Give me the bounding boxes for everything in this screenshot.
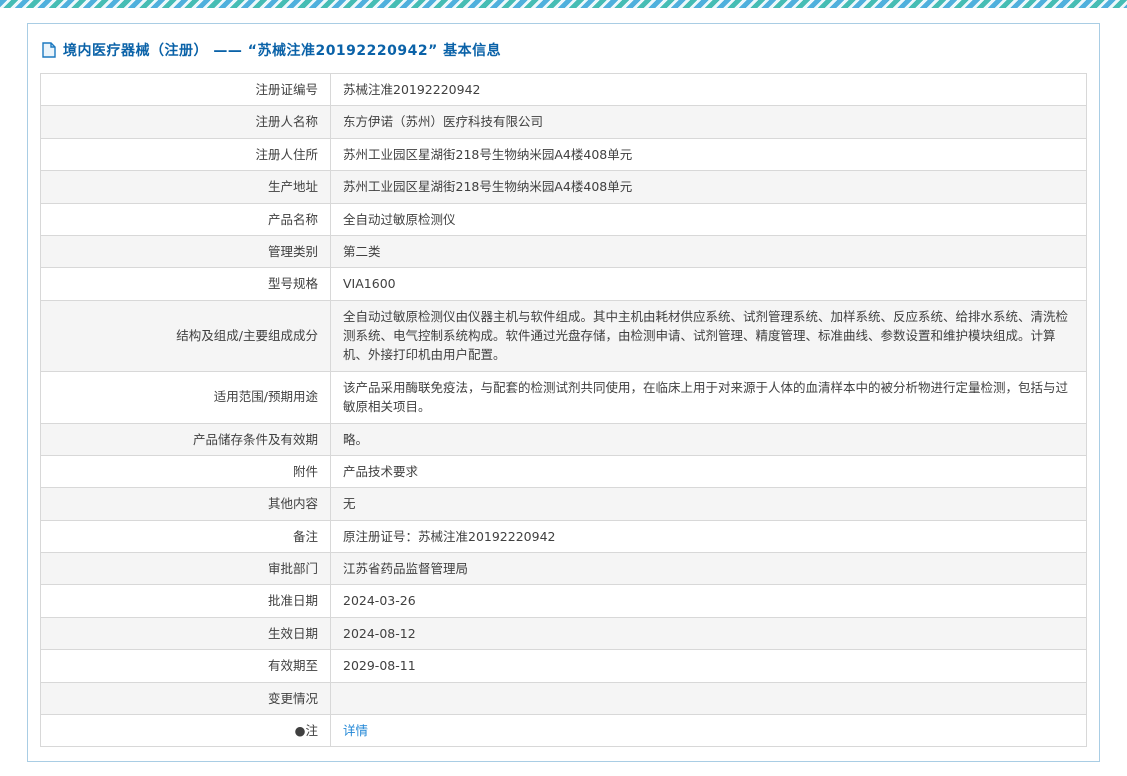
table-row: 结构及组成/主要组成成分 全自动过敏原检测仪由仪器主机与软件组成。其中主机由耗材… bbox=[41, 300, 1087, 371]
row-value: 苏州工业园区星湖街218号生物纳米园A4楼408单元 bbox=[331, 171, 1087, 203]
table-row: 备注 原注册证号：苏械注准20192220942 bbox=[41, 520, 1087, 552]
row-value: 该产品采用酶联免疫法，与配套的检测试剂共同使用，在临床上用于对来源于人体的血清样… bbox=[331, 371, 1087, 423]
document-icon bbox=[42, 42, 56, 58]
table-row: 注册人名称 东方伊诺（苏州）医疗科技有限公司 bbox=[41, 106, 1087, 138]
table-row: 附件 产品技术要求 bbox=[41, 455, 1087, 487]
row-value: 苏械注准20192220942 bbox=[331, 74, 1087, 106]
table-row: 注册人住所 苏州工业园区星湖街218号生物纳米园A4楼408单元 bbox=[41, 138, 1087, 170]
row-value: 全自动过敏原检测仪由仪器主机与软件组成。其中主机由耗材供应系统、试剂管理系统、加… bbox=[331, 300, 1087, 371]
row-label: 结构及组成/主要组成成分 bbox=[41, 300, 331, 371]
row-label: 注册证编号 bbox=[41, 74, 331, 106]
row-label: 生效日期 bbox=[41, 617, 331, 649]
row-label: 附件 bbox=[41, 455, 331, 487]
row-label: 型号规格 bbox=[41, 268, 331, 300]
row-label: 变更情况 bbox=[41, 682, 331, 714]
panel-header: 境内医疗器械（注册） —— “苏械注准20192220942” 基本信息 bbox=[40, 35, 1087, 73]
table-row: 变更情况 bbox=[41, 682, 1087, 714]
row-label: 产品名称 bbox=[41, 203, 331, 235]
row-value: 原注册证号：苏械注准20192220942 bbox=[331, 520, 1087, 552]
row-value: 2024-03-26 bbox=[331, 585, 1087, 617]
row-label: 备注 bbox=[41, 520, 331, 552]
row-value: 无 bbox=[331, 488, 1087, 520]
row-label: 批准日期 bbox=[41, 585, 331, 617]
table-row: 产品储存条件及有效期 略。 bbox=[41, 423, 1087, 455]
table-row: 注册证编号 苏械注准20192220942 bbox=[41, 74, 1087, 106]
row-label: 注册人名称 bbox=[41, 106, 331, 138]
table-row: 生效日期 2024-08-12 bbox=[41, 617, 1087, 649]
detail-link[interactable]: 详情 bbox=[343, 723, 368, 738]
row-value: 产品技术要求 bbox=[331, 455, 1087, 487]
page-title: 境内医疗器械（注册） —— “苏械注准20192220942” 基本信息 bbox=[63, 40, 501, 60]
row-label: 其他内容 bbox=[41, 488, 331, 520]
table-row: 适用范围/预期用途 该产品采用酶联免疫法，与配套的检测试剂共同使用，在临床上用于… bbox=[41, 371, 1087, 423]
row-value: 详情 bbox=[331, 714, 1087, 746]
row-value: 苏州工业园区星湖街218号生物纳米园A4楼408单元 bbox=[331, 138, 1087, 170]
table-row: 其他内容 无 bbox=[41, 488, 1087, 520]
row-value: VIA1600 bbox=[331, 268, 1087, 300]
info-table-body: 注册证编号 苏械注准20192220942 注册人名称 东方伊诺（苏州）医疗科技… bbox=[41, 74, 1087, 747]
row-label: 注册人住所 bbox=[41, 138, 331, 170]
row-value: 江苏省药品监督管理局 bbox=[331, 553, 1087, 585]
table-row: 有效期至 2029-08-11 bbox=[41, 650, 1087, 682]
table-row: 审批部门 江苏省药品监督管理局 bbox=[41, 553, 1087, 585]
row-label: ●注 bbox=[41, 714, 331, 746]
row-label: 生产地址 bbox=[41, 171, 331, 203]
content-panel: 境内医疗器械（注册） —— “苏械注准20192220942” 基本信息 注册证… bbox=[27, 23, 1100, 762]
row-value: 第二类 bbox=[331, 235, 1087, 267]
decorative-stripe bbox=[0, 0, 1127, 8]
table-row: 产品名称 全自动过敏原检测仪 bbox=[41, 203, 1087, 235]
row-value bbox=[331, 682, 1087, 714]
row-value: 略。 bbox=[331, 423, 1087, 455]
row-label: 审批部门 bbox=[41, 553, 331, 585]
table-row: 管理类别 第二类 bbox=[41, 235, 1087, 267]
row-label: 有效期至 bbox=[41, 650, 331, 682]
table-row: 型号规格 VIA1600 bbox=[41, 268, 1087, 300]
row-value: 东方伊诺（苏州）医疗科技有限公司 bbox=[331, 106, 1087, 138]
row-label: 产品储存条件及有效期 bbox=[41, 423, 331, 455]
row-label: 适用范围/预期用途 bbox=[41, 371, 331, 423]
table-row: ●注 详情 bbox=[41, 714, 1087, 746]
row-value: 2024-08-12 bbox=[331, 617, 1087, 649]
table-row: 批准日期 2024-03-26 bbox=[41, 585, 1087, 617]
table-row: 生产地址 苏州工业园区星湖街218号生物纳米园A4楼408单元 bbox=[41, 171, 1087, 203]
row-value: 全自动过敏原检测仪 bbox=[331, 203, 1087, 235]
info-table: 注册证编号 苏械注准20192220942 注册人名称 东方伊诺（苏州）医疗科技… bbox=[40, 73, 1087, 747]
row-value: 2029-08-11 bbox=[331, 650, 1087, 682]
row-label: 管理类别 bbox=[41, 235, 331, 267]
